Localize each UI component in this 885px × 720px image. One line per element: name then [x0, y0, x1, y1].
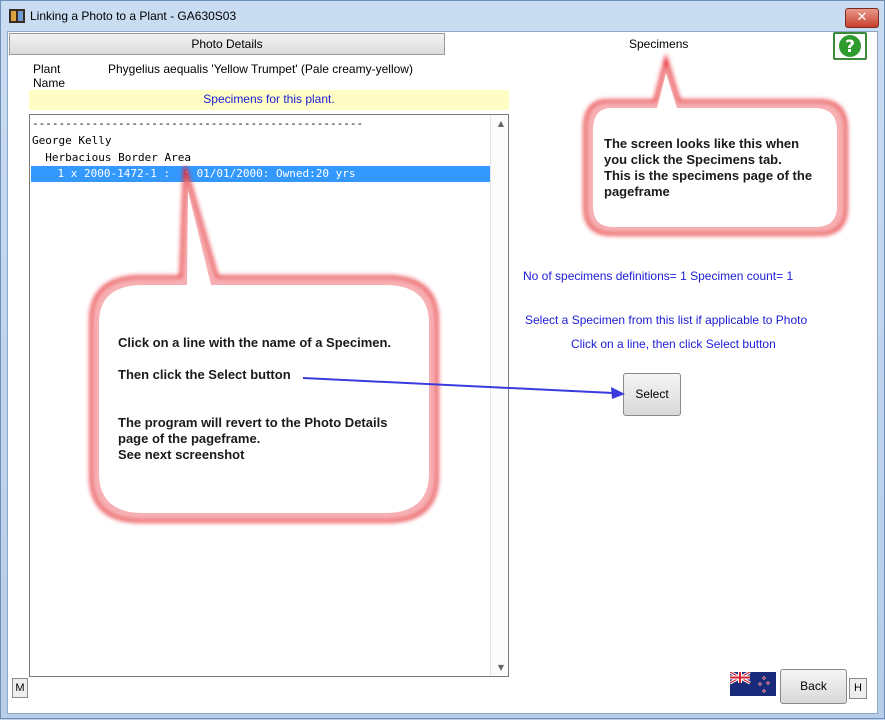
plant-label-line1: Plant — [33, 62, 61, 76]
svg-text:?: ? — [845, 37, 855, 57]
callout-main-line: page of the pageframe. — [118, 431, 261, 446]
scroll-up-icon[interactable]: ▲ — [498, 119, 504, 128]
callout-top-text: The screen looks like this when you clic… — [604, 136, 812, 200]
title-bar: Linking a Photo to a Plant - GA630S03 ✕ — [1, 1, 884, 29]
window-title: Linking a Photo to a Plant - GA630S03 — [30, 9, 237, 23]
select-button[interactable]: Select — [623, 373, 681, 416]
callout-top-line: This is the specimens page of the — [604, 168, 813, 183]
specimen-listbox[interactable]: ----------------------------------------… — [29, 114, 509, 677]
back-button[interactable]: Back — [780, 669, 847, 704]
list-item[interactable]: ----------------------------------------… — [32, 116, 363, 132]
h-button[interactable]: H — [849, 678, 867, 699]
plant-label-line2: Name — [33, 76, 66, 90]
scroll-down-icon[interactable]: ▼ — [498, 663, 504, 672]
callout-main-line2: Then click the Select button — [118, 367, 291, 382]
list-item-selected[interactable]: 1 x 2000-1472-1 : : 01/01/2000: Owned:20… — [31, 166, 491, 182]
callout-main-block: The program will revert to the Photo Det… — [118, 415, 387, 463]
new-zealand-flag-icon — [730, 672, 776, 696]
help-button[interactable]: ? — [833, 32, 867, 60]
plant-name-label: Plant Name — [33, 62, 65, 90]
callout-main-line: See next screenshot — [118, 447, 245, 462]
callout-top-line: The screen looks like this when — [604, 136, 800, 151]
specimen-count-text: No of specimens definitions= 1 Specimen … — [523, 269, 794, 283]
app-window: Linking a Photo to a Plant - GA630S03 ✕ … — [0, 0, 885, 719]
callout-main-line: The program will revert to the Photo Det… — [118, 415, 388, 430]
app-film-icon — [9, 9, 25, 23]
instruction-click-text: Click on a line, then click Select butto… — [571, 337, 776, 351]
m-button[interactable]: M — [12, 678, 28, 698]
callout-top-line: you click the Specimens tab. — [604, 152, 782, 167]
list-item[interactable]: George Kelly — [32, 133, 111, 149]
callout-main-line1: Click on a line with the name of a Speci… — [118, 335, 392, 350]
tab-photo-details[interactable]: Photo Details — [9, 33, 445, 55]
list-item[interactable]: Herbacious Border Area — [32, 150, 191, 166]
help-question-icon: ? — [839, 35, 861, 57]
instruction-select-text: Select a Specimen from this list if appl… — [525, 313, 808, 327]
callout-top-line: pageframe — [604, 184, 670, 199]
tab-specimens[interactable]: Specimens — [629, 37, 688, 51]
close-button[interactable]: ✕ — [845, 8, 879, 28]
plant-name-value: Phygelius aequalis 'Yellow Trumpet' (Pal… — [108, 62, 413, 76]
specimen-list-header: Specimens for this plant. — [29, 90, 509, 110]
list-scrollbar[interactable]: ▲ ▼ — [490, 115, 508, 676]
